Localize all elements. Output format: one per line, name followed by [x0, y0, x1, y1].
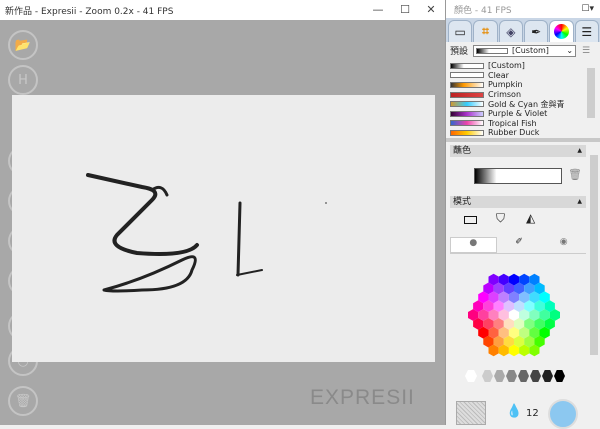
grey-swatch[interactable]: [542, 370, 553, 382]
preset-gradient: [450, 72, 484, 79]
tab-color[interactable]: [549, 20, 574, 42]
main-window: 新作品 - Expresii - Zoom 0.2x - 41 FPS — ☐ …: [0, 0, 445, 425]
panel-title: 顏色 - 41 FPS: [454, 5, 512, 16]
preset-label: Rubber Duck: [488, 128, 540, 138]
save-icon: H: [18, 72, 28, 88]
tool-trash-button[interactable]: 🗑: [8, 386, 38, 416]
preset-gradient: [450, 129, 484, 136]
open-icon: 📂: [14, 37, 32, 53]
tool-save-button[interactable]: H: [8, 65, 38, 95]
dip-gradient[interactable]: [474, 168, 562, 184]
ink-strokes: [86, 173, 327, 293]
preset-gradient: [450, 110, 484, 117]
preset-item[interactable]: Pumpkin: [450, 80, 585, 90]
preset-gradient: [450, 101, 484, 108]
layers-icon: ◈: [506, 24, 516, 39]
preset-label: Tropical Fish: [488, 118, 537, 128]
preset-gradient: [450, 81, 484, 88]
color-wheel-icon: [553, 24, 569, 39]
list-view-icon[interactable]: ☰: [582, 46, 590, 56]
paper-icon: ▭: [454, 24, 466, 39]
color-hex-palette[interactable]: [454, 260, 574, 375]
tab-menu[interactable]: ☰: [574, 20, 599, 42]
tab-color-mix[interactable]: ●: [450, 237, 497, 253]
preset-label: 預設: [450, 47, 469, 57]
grey-swatch[interactable]: [518, 370, 529, 382]
tab-color-blend[interactable]: ◉: [541, 237, 586, 253]
minimize-button[interactable]: —: [368, 3, 388, 17]
maximize-button[interactable]: ☐: [395, 3, 415, 17]
tab-eyedropper[interactable]: ✐: [497, 237, 542, 253]
tab-paper[interactable]: ▭: [448, 20, 473, 42]
paper-texture-swatch[interactable]: [456, 401, 486, 425]
preset-item[interactable]: Purple & Violet: [450, 109, 585, 119]
crop-icon: ⌗: [482, 24, 489, 38]
preset-item[interactable]: Clear: [450, 71, 585, 81]
brush-size-value: 12: [526, 408, 539, 419]
preset-item[interactable]: Rubber Duck: [450, 128, 585, 138]
close-button[interactable]: ✕: [421, 3, 441, 17]
delete-icon[interactable]: 🗑: [568, 168, 582, 181]
tab-layers[interactable]: ◈: [498, 20, 523, 42]
water-drop-icon: 💧: [506, 404, 523, 419]
mode-section-title: 模式: [453, 197, 472, 207]
expresii-logo: EXPRESII: [310, 386, 415, 409]
tab-crop[interactable]: ⌗: [473, 20, 498, 42]
dip-section-header[interactable]: 蘸色 ▲: [450, 145, 586, 157]
dip-section-title: 蘸色: [453, 146, 472, 156]
tool-open-button[interactable]: 📂: [8, 30, 38, 60]
preset-item[interactable]: Gold & Cyan 金與青: [450, 99, 585, 109]
title-bar: 新作品 - Expresii - Zoom 0.2x - 41 FPS — ☐ …: [0, 0, 445, 20]
preset-scrollbar[interactable]: [586, 60, 596, 138]
preset-gradient: [450, 120, 484, 127]
preset-label: Clear: [488, 70, 509, 80]
hamburger-icon: ☰: [581, 24, 593, 39]
preset-value: [Custom]: [512, 46, 549, 55]
preset-label: Pumpkin: [488, 80, 523, 90]
tab-brush[interactable]: ✒: [523, 20, 549, 42]
preset-gradient: [450, 62, 484, 69]
grey-swatch[interactable]: [554, 370, 565, 382]
color-panel: 顏色 - 41 FPS ☐▾ ▭ ⌗ ◈ ✒ ☰ 預設 [Custom] ⌄ ☰ …: [445, 0, 600, 429]
drawing-canvas[interactable]: [12, 95, 435, 362]
panel-scrollbar[interactable]: [589, 143, 599, 425]
mode-section-header[interactable]: 模式 ▲: [450, 196, 586, 208]
preset-item[interactable]: [Custom]: [450, 61, 585, 71]
shield-mode-icon[interactable]: ⛉: [496, 211, 505, 226]
splitter-handle[interactable]: [446, 138, 600, 142]
grey-swatch[interactable]: [506, 370, 517, 382]
preset-select[interactable]: [Custom] ⌄: [473, 44, 577, 57]
symmetry-icon[interactable]: ◭: [526, 211, 535, 225]
preset-label: [Custom]: [488, 61, 525, 71]
chevron-down-icon: ⌄: [566, 46, 574, 55]
preset-item[interactable]: Tropical Fish: [450, 119, 585, 129]
grey-swatch[interactable]: [482, 370, 493, 382]
rect-mode-icon[interactable]: [464, 216, 477, 224]
preset-gradient: [450, 91, 484, 98]
trash-icon: 🗑: [14, 393, 32, 409]
window-title: 新作品 - Expresii - Zoom 0.2x - 41 FPS: [5, 6, 174, 17]
grey-swatch[interactable]: [465, 370, 477, 382]
grey-swatch[interactable]: [494, 370, 505, 382]
panel-menu-icon[interactable]: ☐▾: [581, 4, 594, 14]
preset-label: Purple & Violet: [488, 109, 548, 119]
grey-swatch[interactable]: [530, 370, 541, 382]
brush-icon: ✒: [531, 24, 542, 39]
preset-label: Gold & Cyan 金與青: [488, 99, 565, 109]
